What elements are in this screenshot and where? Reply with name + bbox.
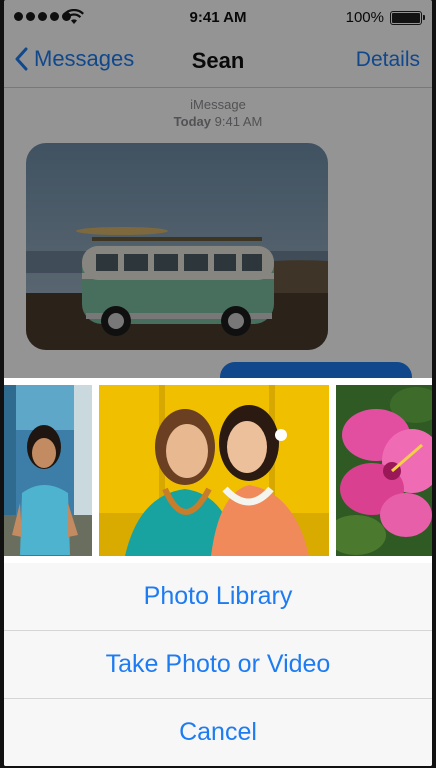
photo-thumbnail-pink-hibiscus[interactable] bbox=[336, 385, 432, 556]
phone-screen: 9:41 AM 100% Messages Sean Details iMess… bbox=[4, 0, 432, 766]
action-sheet: Photo Library Take Photo or Video Cancel bbox=[4, 563, 432, 766]
photo-library-button[interactable]: Photo Library bbox=[4, 563, 432, 630]
photo-thumbnail-woman-portrait[interactable] bbox=[4, 385, 92, 556]
dimming-overlay[interactable] bbox=[4, 0, 432, 378]
woman-portrait-photo bbox=[4, 385, 92, 556]
photo-thumbnail-two-women-smiling[interactable] bbox=[99, 385, 329, 556]
two-women-smiling-photo bbox=[99, 385, 329, 556]
cancel-button[interactable]: Cancel bbox=[4, 699, 432, 766]
recent-photos-strip bbox=[4, 378, 432, 563]
take-photo-or-video-button[interactable]: Take Photo or Video bbox=[4, 631, 432, 698]
pink-hibiscus-photo bbox=[336, 385, 432, 556]
